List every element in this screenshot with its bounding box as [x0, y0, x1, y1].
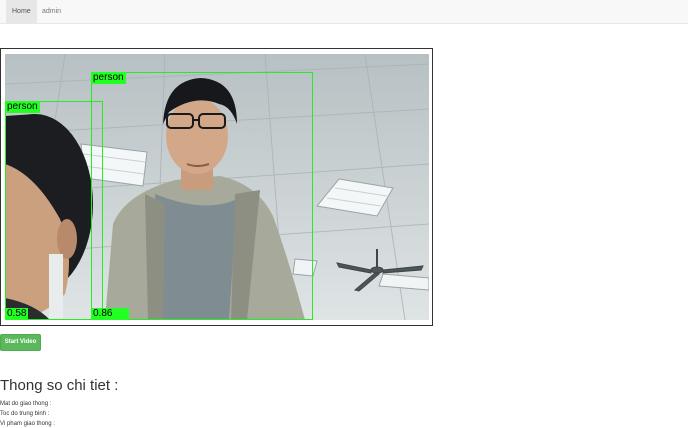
- video-feed: person 0.58 person 0.86: [5, 54, 429, 320]
- navbar: Home admin: [0, 0, 688, 24]
- detection-box-center: [91, 72, 313, 320]
- stats-title: Thong so chi tiet :: [0, 377, 119, 394]
- start-video-button[interactable]: Start Video: [0, 334, 41, 351]
- detection-box-left: [5, 101, 103, 320]
- detection-label-center: person: [91, 72, 126, 84]
- nav-item-admin[interactable]: admin: [36, 0, 67, 23]
- stat-traffic-violation: Vi pham giao thong :: [0, 421, 55, 427]
- detection-label-left: person: [5, 101, 40, 113]
- detection-score-center: 0.86: [91, 308, 129, 320]
- nav-item-home[interactable]: Home: [6, 0, 37, 23]
- detection-score-left: 0.58: [5, 308, 29, 320]
- video-frame: person 0.58 person 0.86: [0, 48, 433, 326]
- stat-traffic-density: Mat do giao thong :: [0, 401, 52, 407]
- stat-average-speed: Toc do trung binh :: [0, 411, 50, 417]
